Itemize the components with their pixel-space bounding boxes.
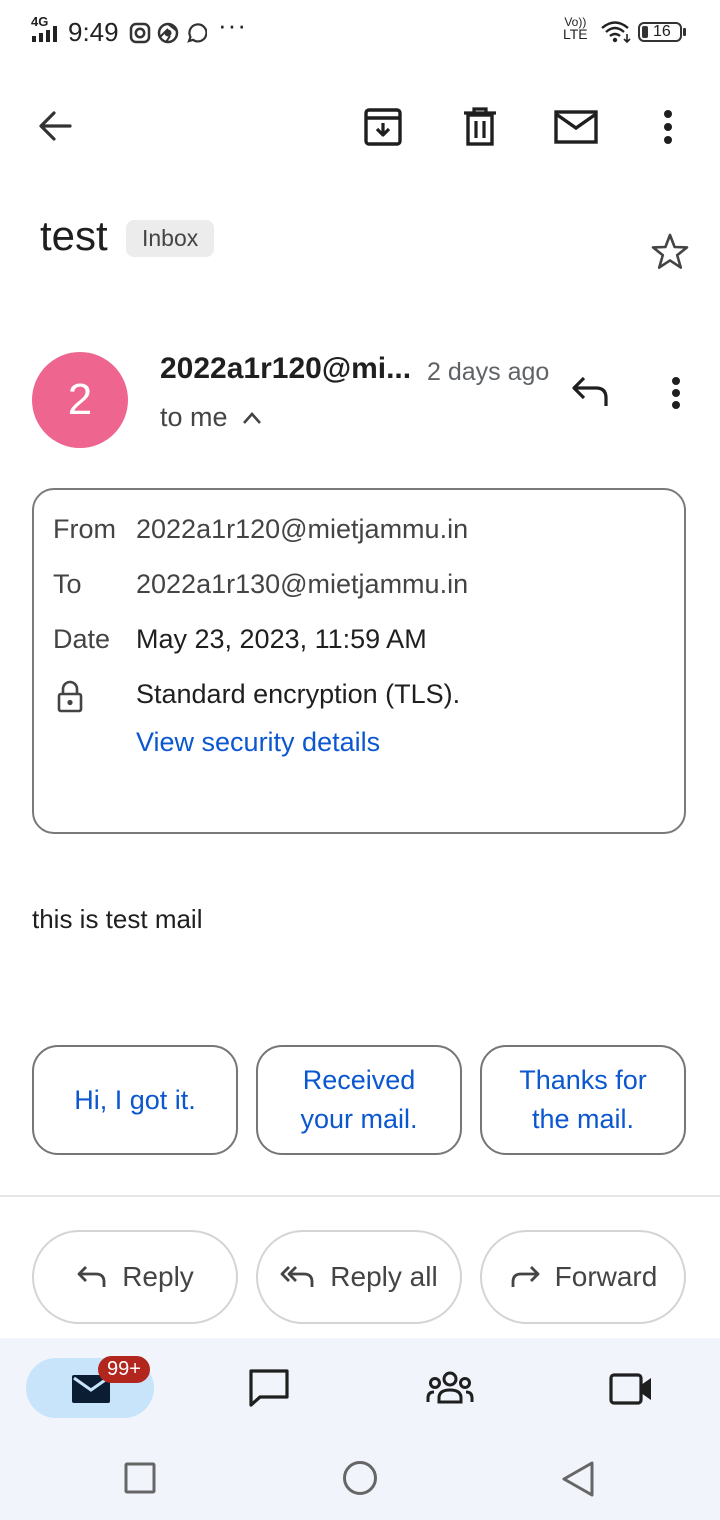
email-subject: test (40, 212, 108, 259)
archive-button[interactable] (355, 99, 411, 155)
nav-chat-tab[interactable] (248, 1368, 290, 1408)
reply-button[interactable]: Reply (32, 1230, 238, 1324)
avatar-letter: 2 (67, 375, 93, 424)
forward-icon (511, 1266, 540, 1287)
reply-all-button[interactable]: Reply all (256, 1230, 462, 1324)
unread-count-badge: 99+ (98, 1356, 150, 1383)
circle-icon (343, 1461, 377, 1495)
sender-avatar[interactable]: 2 (32, 352, 128, 448)
more-vert-icon (664, 110, 672, 144)
back-nav-button[interactable] (560, 1460, 596, 1498)
home-button[interactable] (342, 1460, 378, 1496)
bottom-navigation: 99+ (0, 1338, 720, 1438)
whatsapp-icon (185, 22, 207, 44)
reply-icon-button[interactable] (570, 374, 610, 408)
smart-reply-2-line2: your mail. (300, 1104, 418, 1134)
wifi-icon (600, 20, 632, 44)
battery-icon: 16 (638, 22, 686, 42)
trash-icon (464, 107, 496, 146)
mail-icon (554, 110, 598, 144)
chrome-icon (157, 22, 179, 44)
encryption-text: Standard encryption (TLS). (136, 679, 461, 709)
delete-button[interactable] (452, 99, 508, 155)
mark-unread-button[interactable] (548, 99, 604, 155)
status-time: 9:49 (68, 17, 119, 47)
chevron-up-icon (242, 411, 261, 424)
forward-button[interactable]: Forward (480, 1230, 686, 1324)
signal-icon: 4G (30, 14, 62, 44)
triangle-back-icon (562, 1461, 594, 1497)
email-time: 2 days ago (427, 358, 550, 386)
recents-button[interactable] (124, 1462, 156, 1494)
archive-icon (364, 108, 402, 146)
nav-spaces-tab[interactable] (426, 1370, 474, 1406)
divider (0, 1195, 720, 1197)
reply-all-icon (280, 1266, 314, 1287)
back-button[interactable] (27, 98, 83, 154)
video-camera-icon (609, 1373, 651, 1405)
svg-text:4G: 4G (31, 14, 48, 29)
recipients-toggle[interactable]: to me (160, 402, 262, 433)
to-value[interactable]: 2022a1r130@mietjammu.in (136, 569, 468, 600)
lock-icon (56, 680, 84, 714)
message-more-button[interactable] (671, 376, 681, 410)
reply-icon (572, 376, 608, 406)
from-label: From (53, 514, 116, 544)
square-icon (124, 1462, 156, 1494)
smart-reply-1[interactable]: Hi, I got it. (32, 1045, 238, 1155)
email-body: this is test mail (32, 904, 203, 934)
to-me-label: to me (160, 402, 228, 432)
star-button[interactable] (650, 232, 690, 272)
smart-reply-1-text: Hi, I got it. (74, 1084, 196, 1115)
more-vert-icon (672, 377, 680, 409)
star-icon (651, 233, 689, 269)
arrow-back-icon (39, 111, 72, 141)
status-bar: 4G 9:49 ··· Vo)) LTE 16 (0, 0, 720, 64)
reply-icon (77, 1266, 106, 1287)
nav-meet-tab[interactable] (608, 1372, 654, 1406)
forward-label: Forward (554, 1261, 658, 1292)
smart-reply-3[interactable]: Thanks for the mail. (480, 1045, 686, 1155)
to-label: To (53, 569, 82, 599)
date-value: May 23, 2023, 11:59 AM (136, 624, 427, 654)
sender-name[interactable]: 2022a1r120@mi... (160, 352, 411, 386)
smart-reply-3-line1: Thanks for (519, 1065, 647, 1095)
inbox-label-chip[interactable]: Inbox (126, 220, 215, 257)
instagram-icon (129, 22, 151, 44)
date-label: Date (53, 624, 111, 654)
volte-icon: Vo)) LTE (563, 15, 588, 42)
battery-level: 16 (653, 23, 671, 40)
from-value[interactable]: 2022a1r120@mietjammu.in (136, 514, 468, 545)
view-security-details-link[interactable]: View security details (136, 727, 380, 758)
smart-reply-2-line1: Received (302, 1065, 416, 1095)
reply-label: Reply (122, 1261, 194, 1292)
more-options-button[interactable] (640, 99, 696, 155)
more-notifications: ··· (218, 10, 247, 40)
smart-reply-2[interactable]: Received your mail. (256, 1045, 462, 1155)
smart-reply-3-line2: the mail. (531, 1104, 635, 1134)
system-navigation-bar (0, 1438, 720, 1520)
group-icon (426, 1371, 474, 1404)
reply-all-label: Reply all (330, 1261, 438, 1292)
chat-icon (249, 1369, 289, 1407)
